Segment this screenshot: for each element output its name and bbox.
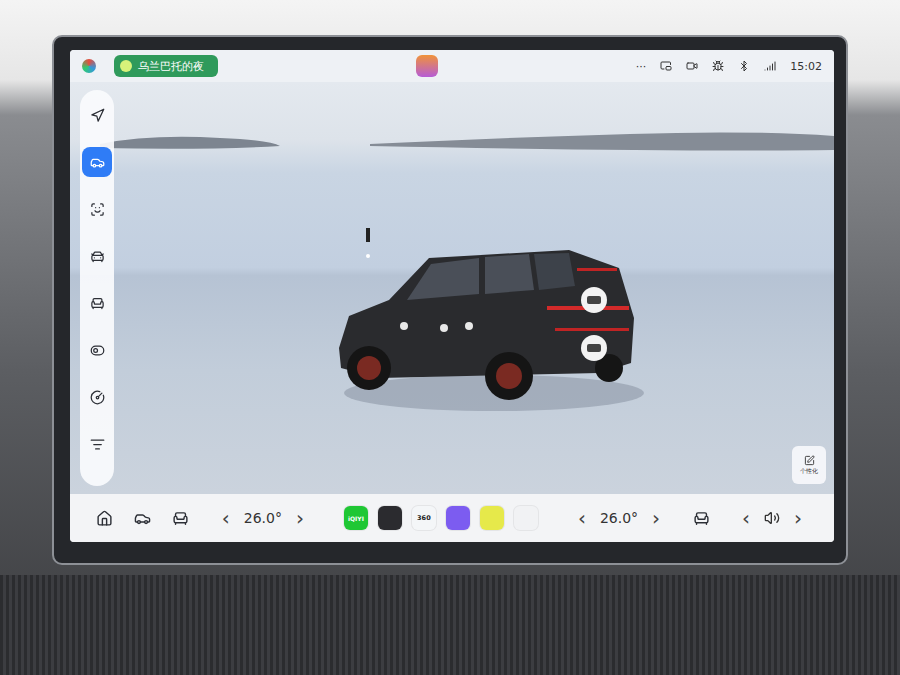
sidebar-item-icon [90, 343, 105, 358]
sidebar-item-icon [90, 296, 105, 311]
logo-icon[interactable] [82, 59, 96, 73]
sidebar-item[interactable] [82, 100, 112, 130]
signal-icon [764, 60, 776, 72]
dock: ‹26.0°›iQIYI360‹26.0°›‹› [70, 494, 834, 542]
app-icon[interactable]: 360 [412, 506, 436, 530]
volume-up-button[interactable]: › [794, 508, 802, 528]
status-icons: ··· 15:02 [636, 60, 822, 73]
vehicle-model-icon[interactable] [319, 228, 659, 418]
media-pill[interactable]: 乌兰巴托的夜 [114, 55, 218, 77]
seat-button[interactable] [162, 510, 200, 527]
volume-icon [764, 510, 780, 526]
display-bezel: 乌兰巴托的夜···15:02个性化‹26.0°›iQIYI360‹26.0°›‹… [52, 35, 848, 565]
app-label: iQIYI [348, 515, 364, 522]
sidebar-item[interactable] [82, 335, 112, 365]
media-title: 乌兰巴托的夜 [138, 59, 204, 74]
seat-icon [172, 510, 189, 527]
home-icon [96, 510, 113, 527]
increase-button[interactable]: › [652, 508, 660, 528]
volume-control: ‹› [742, 508, 802, 528]
temperature-label: 26.0° [600, 510, 638, 526]
clock: 15:02 [790, 60, 822, 73]
app-icon[interactable] [480, 506, 504, 530]
bug-icon [712, 60, 724, 72]
temperature-label: 26.0° [244, 510, 282, 526]
decrease-button[interactable]: ‹ [578, 508, 586, 528]
sidebar-item[interactable] [82, 194, 112, 224]
app-label: 360 [417, 514, 431, 522]
personalize-label: 个性化 [800, 467, 818, 476]
islands-icon [70, 130, 834, 160]
photo-page: 乌兰巴托的夜···15:02个性化‹26.0°›iQIYI360‹26.0°›‹… [0, 0, 900, 675]
infotainment-screen: 乌兰巴托的夜···15:02个性化‹26.0°›iQIYI360‹26.0°›‹… [70, 50, 834, 542]
passenger-climate: ‹ 26.0° › [578, 508, 660, 528]
car-stage: 个性化 [114, 82, 834, 494]
sidebar [80, 90, 114, 486]
volume-down-button[interactable]: ‹ [742, 508, 750, 528]
sidebar-item-icon [90, 202, 105, 217]
sidebar-item-icon [90, 437, 105, 452]
more-button[interactable]: ··· [636, 60, 647, 73]
sidebar-item[interactable] [82, 147, 112, 177]
app-icon[interactable] [378, 506, 402, 530]
window-icon[interactable] [660, 60, 672, 72]
music-icon [120, 60, 132, 72]
sidebar-item[interactable] [82, 288, 112, 318]
app-icon[interactable]: iQIYI [344, 506, 368, 530]
app-icon[interactable] [514, 506, 538, 530]
passenger-seat-button[interactable] [682, 510, 720, 527]
sidebar-item-icon [90, 155, 105, 170]
app-icon[interactable] [446, 506, 470, 530]
vehicle-scene: 个性化 [70, 82, 834, 494]
home-button[interactable] [86, 510, 124, 527]
decrease-button[interactable]: ‹ [222, 508, 230, 528]
sidebar-item-icon [90, 249, 105, 264]
seat-icon [693, 510, 710, 527]
personalize-button[interactable]: 个性化 [792, 446, 826, 484]
dashboard-vent [0, 575, 900, 675]
sidebar-item-icon [90, 390, 105, 405]
camera-icon[interactable] [686, 60, 698, 72]
driver-climate: ‹ 26.0° › [222, 508, 304, 528]
edit-icon [804, 455, 815, 466]
sidebar-item-icon [90, 108, 105, 123]
car-icon [134, 510, 151, 527]
sidebar-item[interactable] [82, 241, 112, 271]
app-row: iQIYI 360 [344, 506, 538, 530]
increase-button[interactable]: › [296, 508, 304, 528]
status-bar: 乌兰巴托的夜 ··· 15:02 [70, 50, 834, 82]
assistant-avatar-icon[interactable] [416, 55, 438, 77]
sidebar-item[interactable] [82, 429, 112, 459]
car-button[interactable] [124, 510, 162, 527]
bluetooth-icon [738, 60, 750, 72]
sidebar-item[interactable] [82, 382, 112, 412]
